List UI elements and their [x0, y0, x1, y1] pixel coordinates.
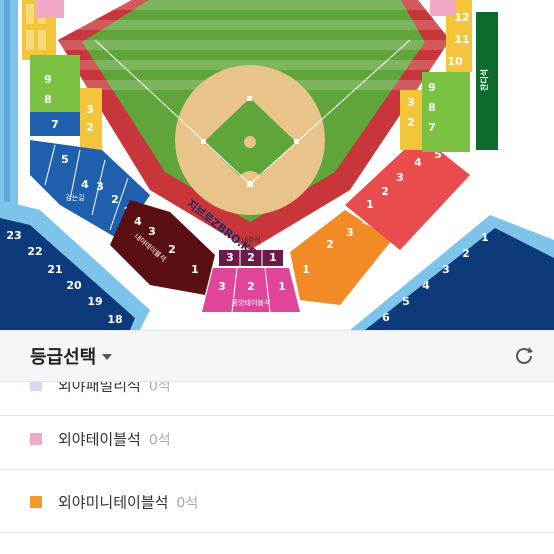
grade-select-dropdown[interactable]: 등급선택 [30, 343, 113, 369]
svg-text:3: 3 [218, 280, 226, 293]
svg-text:1: 1 [269, 251, 277, 264]
svg-text:중앙테이블석: 중앙테이블석 [232, 298, 271, 307]
svg-text:5: 5 [402, 295, 410, 308]
grade-name: 외야테이블석 0석 [58, 430, 171, 448]
svg-text:7: 7 [428, 121, 436, 134]
svg-text:1: 1 [302, 263, 310, 276]
stadium-map-svg: 9 8 7 3 2 5 4 3 2 1 걷는길 4 3 2 1 내야테이블석 지… [0, 0, 554, 330]
svg-text:2: 2 [247, 251, 255, 264]
svg-text:1: 1 [191, 263, 199, 276]
grade-color-swatch [30, 432, 42, 445]
outer-wall-left-stripe [4, 0, 10, 210]
svg-text:1: 1 [366, 198, 374, 211]
svg-text:2: 2 [247, 280, 255, 293]
grade-name: 외야패밀리석 0석 [58, 382, 171, 394]
stadium-seat-map[interactable]: 9 8 7 3 2 5 4 3 2 1 걷는길 4 3 2 1 내야테이블석 지… [0, 0, 554, 330]
svg-text:2: 2 [111, 193, 119, 206]
svg-text:3: 3 [226, 251, 234, 264]
svg-text:3: 3 [86, 103, 94, 116]
svg-text:8: 8 [44, 93, 52, 106]
svg-text:2: 2 [462, 247, 470, 260]
grade-color-swatch [30, 495, 42, 508]
chevron-down-icon [102, 354, 113, 360]
grade-row-outfield-table[interactable]: 외야테이블석 0석 [0, 408, 554, 470]
refresh-icon[interactable] [512, 344, 536, 368]
center-table-section[interactable]: 3 2 1 중앙테이블석 [202, 267, 300, 313]
pink-corner-section-right[interactable] [430, 0, 456, 16]
pink-corner-section-left[interactable] [36, 0, 64, 18]
svg-text:3: 3 [148, 225, 156, 238]
svg-text:2: 2 [407, 116, 415, 129]
second-base [247, 96, 252, 101]
svg-text:2: 2 [381, 185, 389, 198]
svg-text:1: 1 [481, 231, 489, 244]
svg-text:7: 7 [51, 118, 59, 131]
svg-text:9: 9 [428, 81, 436, 94]
svg-text:21: 21 [47, 263, 62, 276]
svg-text:8: 8 [428, 101, 436, 114]
svg-text:잔디석: 잔디석 [479, 69, 489, 91]
svg-text:19: 19 [87, 295, 102, 308]
svg-text:22: 22 [27, 245, 42, 258]
vip-label: VIP석 [241, 235, 261, 245]
svg-text:2: 2 [326, 238, 334, 251]
svg-text:18: 18 [107, 313, 122, 326]
svg-text:11: 11 [454, 33, 469, 46]
svg-text:1: 1 [278, 280, 286, 293]
grade-list: 외야패밀리석 0석 외야테이블석 0석 외야미니테이블석 0석 [0, 382, 554, 554]
svg-text:4: 4 [134, 215, 142, 228]
grass-seat-section[interactable]: 잔디석 [476, 12, 498, 150]
svg-text:4: 4 [414, 156, 422, 169]
grade-select-header: 등급선택 [0, 330, 554, 382]
grade-color-swatch [30, 382, 42, 391]
svg-text:6: 6 [382, 311, 390, 324]
svg-text:3: 3 [442, 263, 450, 276]
svg-text:3: 3 [346, 226, 354, 239]
svg-text:2: 2 [168, 243, 176, 256]
svg-text:3: 3 [396, 171, 404, 184]
svg-text:4: 4 [81, 178, 89, 191]
svg-text:4: 4 [422, 279, 430, 292]
svg-text:20: 20 [66, 279, 82, 292]
grade-select-title: 등급선택 [30, 347, 97, 368]
svg-text:3: 3 [96, 180, 104, 193]
svg-text:걷는길: 걷는길 [65, 194, 84, 202]
svg-text:23: 23 [6, 229, 21, 242]
svg-text:10: 10 [447, 55, 463, 68]
svg-text:5: 5 [61, 153, 69, 166]
pitchers-mound [244, 136, 256, 148]
svg-text:9: 9 [44, 73, 52, 86]
svg-text:3: 3 [407, 96, 415, 109]
grade-name: 외야미니테이블석 0석 [58, 493, 199, 511]
svg-text:12: 12 [454, 11, 469, 24]
svg-text:2: 2 [86, 121, 94, 134]
grade-row-outfield-mini-table[interactable]: 외야미니테이블석 0석 [0, 471, 554, 533]
